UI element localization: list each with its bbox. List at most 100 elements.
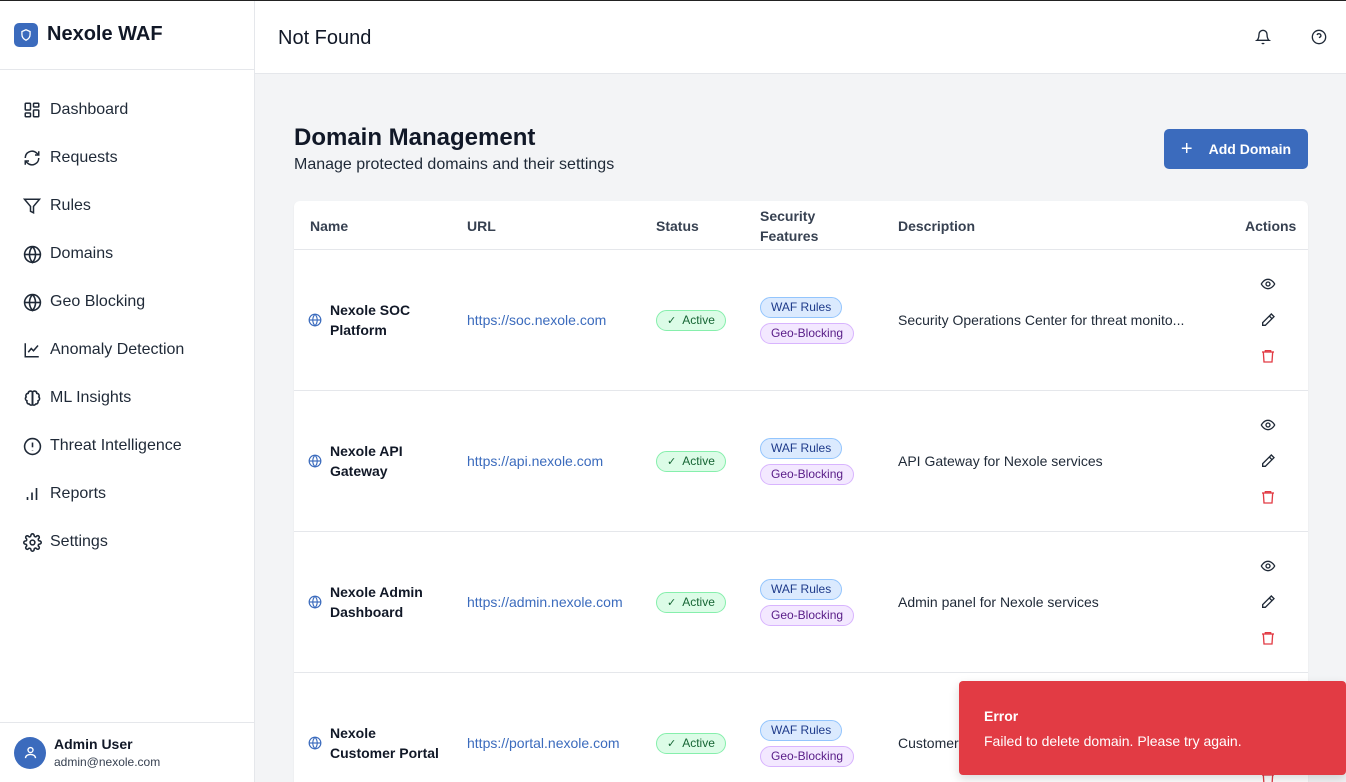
- status-label: Active: [682, 736, 715, 750]
- refresh-icon: [22, 148, 42, 168]
- column-header-security-features[interactable]: Security Features: [760, 201, 818, 250]
- globe-icon: [308, 313, 330, 327]
- description-cell: Admin panel for Nexole services: [898, 594, 1099, 610]
- globe-icon: [22, 244, 42, 264]
- edit-pencil-icon[interactable]: [1256, 590, 1280, 614]
- domain-name: Nexole Admin Dashboard: [330, 582, 423, 622]
- app-name: Nexole WAF: [47, 23, 163, 45]
- feature-tag-waf: WAF Rules: [760, 719, 843, 741]
- description-cell: API Gateway for Nexole services: [898, 453, 1103, 469]
- status-label: Active: [682, 454, 715, 468]
- sidebar-item-domains[interactable]: Domains: [0, 230, 254, 278]
- domain-name-line: Platform: [330, 322, 387, 338]
- column-header-description[interactable]: Description: [898, 201, 975, 250]
- column-header-actions: Actions: [1245, 217, 1297, 234]
- status-badge: ✓ Active: [656, 450, 726, 472]
- sidebar-item-ml-insights[interactable]: ML Insights: [0, 374, 254, 422]
- description-cell: Customer: [898, 735, 959, 751]
- sidebar-nav: Dashboard Requests Rules Domains Geo Blo…: [0, 70, 254, 566]
- brain-icon: [22, 388, 42, 408]
- sidebar: Nexole WAF Dashboard Requests Rules Doma…: [0, 0, 255, 782]
- security-features-cell: WAF Rules Geo-Blocking: [760, 532, 855, 672]
- domain-name-line: Nexole API: [330, 443, 403, 459]
- table-header: Name URL Status Security Features Descri…: [294, 201, 1308, 250]
- user-email: admin@nexole.com: [54, 755, 161, 769]
- sidebar-item-requests[interactable]: Requests: [0, 134, 254, 182]
- add-domain-label: Add Domain: [1208, 141, 1292, 157]
- domain-name-line: Dashboard: [330, 604, 404, 620]
- sidebar-item-reports[interactable]: Reports: [0, 470, 254, 518]
- table-row: Nexole Admin Dashboard https://admin.nexol…: [294, 532, 1308, 673]
- sidebar-item-label: Dashboard: [50, 101, 129, 118]
- domain-name-line: Nexole: [330, 725, 376, 741]
- column-header-status[interactable]: Status: [656, 201, 699, 250]
- delete-trash-icon[interactable]: [1256, 485, 1280, 509]
- row-actions: [1256, 532, 1280, 672]
- domain-name: Nexole API Gateway: [330, 441, 403, 481]
- domain-url-link[interactable]: https://api.nexole.com: [467, 453, 603, 469]
- bar-chart-icon: [22, 484, 42, 504]
- domain-name-cell: Nexole Customer Portal: [308, 673, 448, 782]
- alert-circle-icon: [22, 436, 42, 456]
- notifications-bell-icon[interactable]: [1252, 26, 1274, 48]
- view-eye-icon[interactable]: [1256, 554, 1280, 578]
- domain-name-line: Gateway: [330, 463, 388, 479]
- toast-message: Failed to delete domain. Please try agai…: [984, 733, 1242, 749]
- header-title: Not Found: [278, 27, 372, 49]
- column-header-name[interactable]: Name: [310, 201, 348, 250]
- globe-icon: [308, 736, 330, 750]
- delete-trash-icon[interactable]: [1256, 626, 1280, 650]
- top-header: Not Found: [255, 0, 1346, 74]
- sidebar-item-label: Domains: [50, 245, 114, 262]
- sidebar-item-settings[interactable]: Settings: [0, 518, 254, 566]
- security-features-cell: WAF Rules Geo-Blocking: [760, 250, 855, 390]
- domain-name-cell: Nexole API Gateway: [308, 391, 448, 531]
- domain-name-line: Nexole Admin: [330, 584, 423, 600]
- domain-url-link[interactable]: https://soc.nexole.com: [467, 312, 606, 328]
- security-features-cell: WAF Rules Geo-Blocking: [760, 673, 855, 782]
- edit-pencil-icon[interactable]: [1256, 308, 1280, 332]
- sidebar-item-label: Reports: [50, 485, 107, 502]
- check-icon: ✓: [667, 596, 677, 609]
- sidebar-item-rules[interactable]: Rules: [0, 182, 254, 230]
- edit-pencil-icon[interactable]: [1256, 449, 1280, 473]
- domain-name-cell: Nexole Admin Dashboard: [308, 532, 448, 672]
- column-header-url[interactable]: URL: [467, 201, 496, 250]
- domain-url-link[interactable]: https://portal.nexole.com: [467, 735, 620, 751]
- globe-icon: [22, 292, 42, 312]
- row-actions: [1256, 391, 1280, 531]
- table-row: Nexole SOC Platform https://soc.nexole.com…: [294, 250, 1308, 391]
- delete-trash-icon[interactable]: [1256, 344, 1280, 368]
- domain-url-cell: https://soc.nexole.com: [467, 250, 606, 390]
- sidebar-item-anomaly-detection[interactable]: Anomaly Detection: [0, 326, 254, 374]
- sidebar-item-label: Anomaly Detection: [50, 341, 185, 358]
- sidebar-item-label: Geo Blocking: [50, 293, 146, 310]
- domain-url-link[interactable]: https://admin.nexole.com: [467, 594, 623, 610]
- view-eye-icon[interactable]: [1256, 413, 1280, 437]
- error-toast[interactable]: Error Failed to delete domain. Please tr…: [959, 681, 1346, 775]
- sidebar-item-threat-intelligence[interactable]: Threat Intelligence: [0, 422, 254, 470]
- status-label: Active: [682, 313, 715, 327]
- add-domain-button[interactable]: + Add Domain: [1164, 129, 1308, 169]
- row-actions: [1256, 250, 1280, 390]
- check-icon: ✓: [667, 737, 677, 750]
- sidebar-item-label: ML Insights: [50, 389, 132, 406]
- column-header-label: Security: [760, 207, 816, 224]
- user-profile[interactable]: Admin User admin@nexole.com: [0, 722, 254, 782]
- brand[interactable]: Nexole WAF: [0, 0, 254, 70]
- sidebar-item-geo-blocking[interactable]: Geo Blocking: [0, 278, 254, 326]
- page-title: Domain Management: [294, 124, 536, 151]
- view-eye-icon[interactable]: [1256, 272, 1280, 296]
- domain-url-cell: https://portal.nexole.com: [467, 673, 620, 782]
- feature-tag-geo: Geo-Blocking: [760, 463, 855, 485]
- domain-url-cell: https://admin.nexole.com: [467, 532, 623, 672]
- check-icon: ✓: [667, 314, 677, 327]
- sidebar-item-dashboard[interactable]: Dashboard: [0, 86, 254, 134]
- globe-icon: [308, 454, 330, 468]
- help-icon[interactable]: [1308, 26, 1330, 48]
- feature-tag-waf: WAF Rules: [760, 296, 843, 318]
- status-cell: ✓ Active: [656, 250, 726, 390]
- description-cell: Security Operations Center for threat mo…: [898, 312, 1185, 328]
- page-subtitle: Manage protected domains and their setti…: [294, 156, 615, 173]
- globe-icon: [308, 595, 330, 609]
